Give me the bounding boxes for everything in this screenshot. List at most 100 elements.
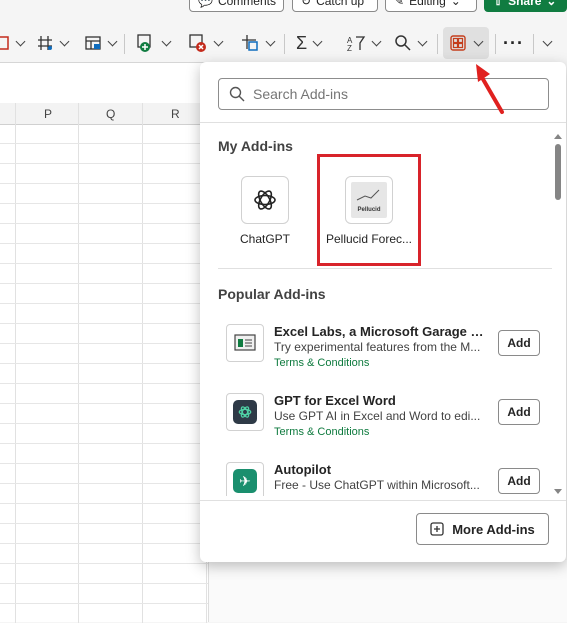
delete-cells-button[interactable] <box>188 30 224 56</box>
more-addins-button[interactable]: More Add-ins <box>416 513 549 545</box>
share-label: Share <box>508 0 542 8</box>
more-addins-label: More Add-ins <box>452 521 535 537</box>
grid-line <box>0 603 220 604</box>
search-icon <box>395 35 411 51</box>
grid-line <box>0 203 220 204</box>
ribbon-divider <box>284 34 285 54</box>
grid-line <box>0 443 220 444</box>
chevron-down-icon <box>59 36 70 46</box>
terms-link[interactable]: Terms & Conditions <box>274 357 369 369</box>
item-description: Use GPT AI in Excel and Word to edi... <box>274 409 481 423</box>
ribbon-divider <box>533 34 534 54</box>
list-item[interactable]: ✈ Autopilot Free - Use ChatGPT within Mi… <box>226 462 540 496</box>
chevron-down-icon <box>15 36 26 46</box>
sigma-icon: Σ <box>296 32 308 53</box>
format-cells-button[interactable] <box>240 30 276 56</box>
borders-icon <box>0 36 9 50</box>
chevron-down-icon <box>161 36 172 46</box>
list-item[interactable]: GPT for Excel Word Use GPT AI in Excel a… <box>226 393 540 453</box>
insert-cells-icon <box>137 34 151 52</box>
chevron-down-icon <box>312 36 323 46</box>
grid-line <box>0 263 220 264</box>
grid-line <box>0 243 220 244</box>
item-description: Free - Use ChatGPT within Microsoft... <box>274 478 480 492</box>
editing-label: Editing <box>409 0 446 8</box>
grid-line <box>0 163 220 164</box>
format-cells-icon <box>242 35 258 51</box>
chevron-down-icon: ⌄ <box>546 0 557 8</box>
sort-filter-button[interactable]: AZ <box>346 30 382 56</box>
add-button[interactable]: Add <box>498 399 540 425</box>
terms-link[interactable]: Terms & Conditions <box>274 426 369 438</box>
top-action-bar: 💬 Comments ↻ Catch up ✎ Editing ⌄ ⇧ Shar… <box>0 0 567 12</box>
column-header-p[interactable]: P <box>44 107 52 121</box>
borders-button[interactable] <box>0 30 26 56</box>
table-format-icon <box>85 36 101 50</box>
share-button[interactable]: ⇧ Share ⌄ <box>484 0 567 12</box>
addins-button[interactable] <box>443 27 489 59</box>
grid-line <box>0 303 220 304</box>
catchup-button[interactable]: ↻ Catch up <box>292 0 378 12</box>
delete-cells-icon <box>189 34 206 52</box>
scroll-down-arrow-icon[interactable] <box>554 489 562 494</box>
add-button[interactable]: Add <box>498 330 540 356</box>
scroll-up-arrow-icon[interactable] <box>554 134 562 139</box>
grid-line <box>0 543 220 544</box>
grid-line <box>0 483 220 484</box>
scrollbar-thumb[interactable] <box>555 144 561 200</box>
format-table-button[interactable] <box>84 30 118 56</box>
add-box-icon <box>430 522 444 536</box>
autosum-button[interactable]: Σ <box>296 30 323 56</box>
item-description: Try experimental features from the M... <box>274 340 481 354</box>
scrollbar[interactable] <box>554 134 562 494</box>
chevron-down-icon <box>265 36 276 46</box>
svg-text:Z: Z <box>347 44 352 53</box>
grid-line <box>0 323 220 324</box>
item-title: Excel Labs, a Microsoft Garage pr... <box>274 324 484 339</box>
ribbon-divider <box>124 34 125 54</box>
ribbon-divider <box>495 34 496 54</box>
comment-icon: 💬 <box>198 0 213 8</box>
gpt-word-icon <box>226 393 264 431</box>
column-header-r[interactable]: R <box>171 107 180 121</box>
grid-line <box>0 283 220 284</box>
grid-line <box>0 563 220 564</box>
find-select-button[interactable] <box>394 30 428 56</box>
more-options-button[interactable]: ··· <box>503 30 524 56</box>
chevron-down-icon <box>107 36 118 46</box>
list-item[interactable]: Excel Labs, a Microsoft Garage pr... Try… <box>226 324 540 384</box>
column-headers: P Q R <box>0 103 220 125</box>
chevron-down-icon <box>417 36 428 46</box>
worksheet-grid[interactable]: P Q R <box>0 62 220 623</box>
annotation-arrow-icon <box>476 64 504 114</box>
share-icon: ⇧ <box>493 0 504 8</box>
addin-tile-label: ChatGPT <box>239 232 290 246</box>
addin-tile-chatgpt[interactable]: ChatGPT <box>222 176 308 246</box>
excel-labs-icon <box>226 324 264 362</box>
task-pane-background <box>208 560 567 622</box>
chevron-down-icon: ⌄ <box>450 0 461 8</box>
insert-cells-button[interactable] <box>136 30 172 56</box>
item-title: GPT for Excel Word <box>274 393 396 408</box>
grid-line <box>0 403 220 404</box>
grid-line <box>0 503 220 504</box>
addins-flyout: My Add-ins ChatGPT Pellucid Pellucid For… <box>200 62 566 562</box>
chevron-down-icon <box>213 36 224 46</box>
editing-button[interactable]: ✎ Editing ⌄ <box>385 0 477 12</box>
grid-line <box>0 583 220 584</box>
more-icon: ··· <box>503 32 524 53</box>
add-button[interactable]: Add <box>498 468 540 494</box>
grid-line <box>0 183 220 184</box>
divider <box>200 500 566 501</box>
catchup-icon: ↻ <box>301 0 312 8</box>
ribbon-toolbar: Σ AZ ··· <box>0 24 567 62</box>
item-title: Autopilot <box>274 462 332 477</box>
ribbon-collapse-button[interactable] <box>540 30 553 56</box>
grid-line <box>0 423 220 424</box>
chevron-down-icon <box>542 36 553 46</box>
comments-button[interactable]: 💬 Comments <box>189 0 284 12</box>
number-format-button[interactable] <box>36 30 70 56</box>
my-addins-heading: My Add-ins <box>218 138 293 154</box>
grid-line <box>0 523 220 524</box>
column-header-q[interactable]: Q <box>106 107 115 121</box>
